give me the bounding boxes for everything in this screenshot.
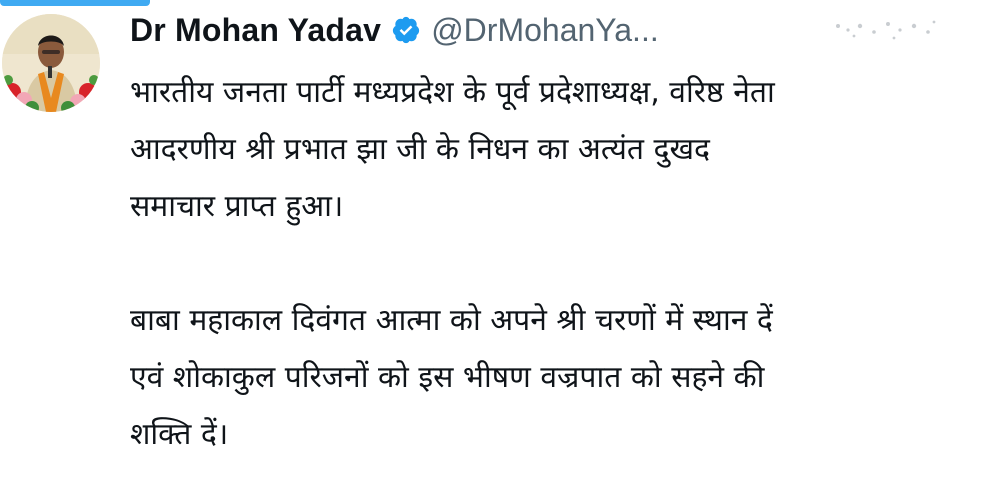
tweet-line: भारतीय जनता पार्टी मध्यप्रदेश के पूर्व प… — [130, 75, 775, 110]
avatar-photo-icon — [2, 14, 100, 112]
top-accent-bar — [0, 0, 150, 6]
tweet-paragraph: बाबा महाकाल दिवंगत आत्मा को अपने श्री चर… — [130, 292, 975, 463]
more-options-icon[interactable] — [830, 16, 940, 46]
tweet-line: एवं शोकाकुल परिजनों को इस भीषण वज्रपात क… — [130, 360, 765, 395]
avatar[interactable] — [2, 14, 100, 112]
tweet-line: बाबा महाकाल दिवंगत आत्मा को अपने श्री चर… — [130, 303, 773, 338]
tweet-paragraph: भारतीय जनता पार्टी मध्यप्रदेश के पूर्व प… — [130, 64, 975, 235]
tweet-line: समाचार प्राप्त हुआ। — [130, 189, 344, 224]
verified-badge-icon — [391, 15, 421, 45]
author-handle[interactable]: @DrMohanYa... — [431, 12, 659, 49]
tweet-header: Dr Mohan Yadav @DrMohanYa... — [130, 10, 659, 50]
author-name[interactable]: Dr Mohan Yadav — [130, 12, 381, 49]
tweet-screenshot: Dr Mohan Yadav @DrMohanYa... भारतीय जनता… — [0, 0, 989, 486]
tweet-text: भारतीय जनता पार्टी मध्यप्रदेश के पूर्व प… — [130, 64, 975, 463]
tweet-line: आदरणीय श्री प्रभात झा जी के निधन का अत्य… — [130, 132, 710, 167]
tweet-line: शक्ति दें। — [130, 417, 229, 452]
